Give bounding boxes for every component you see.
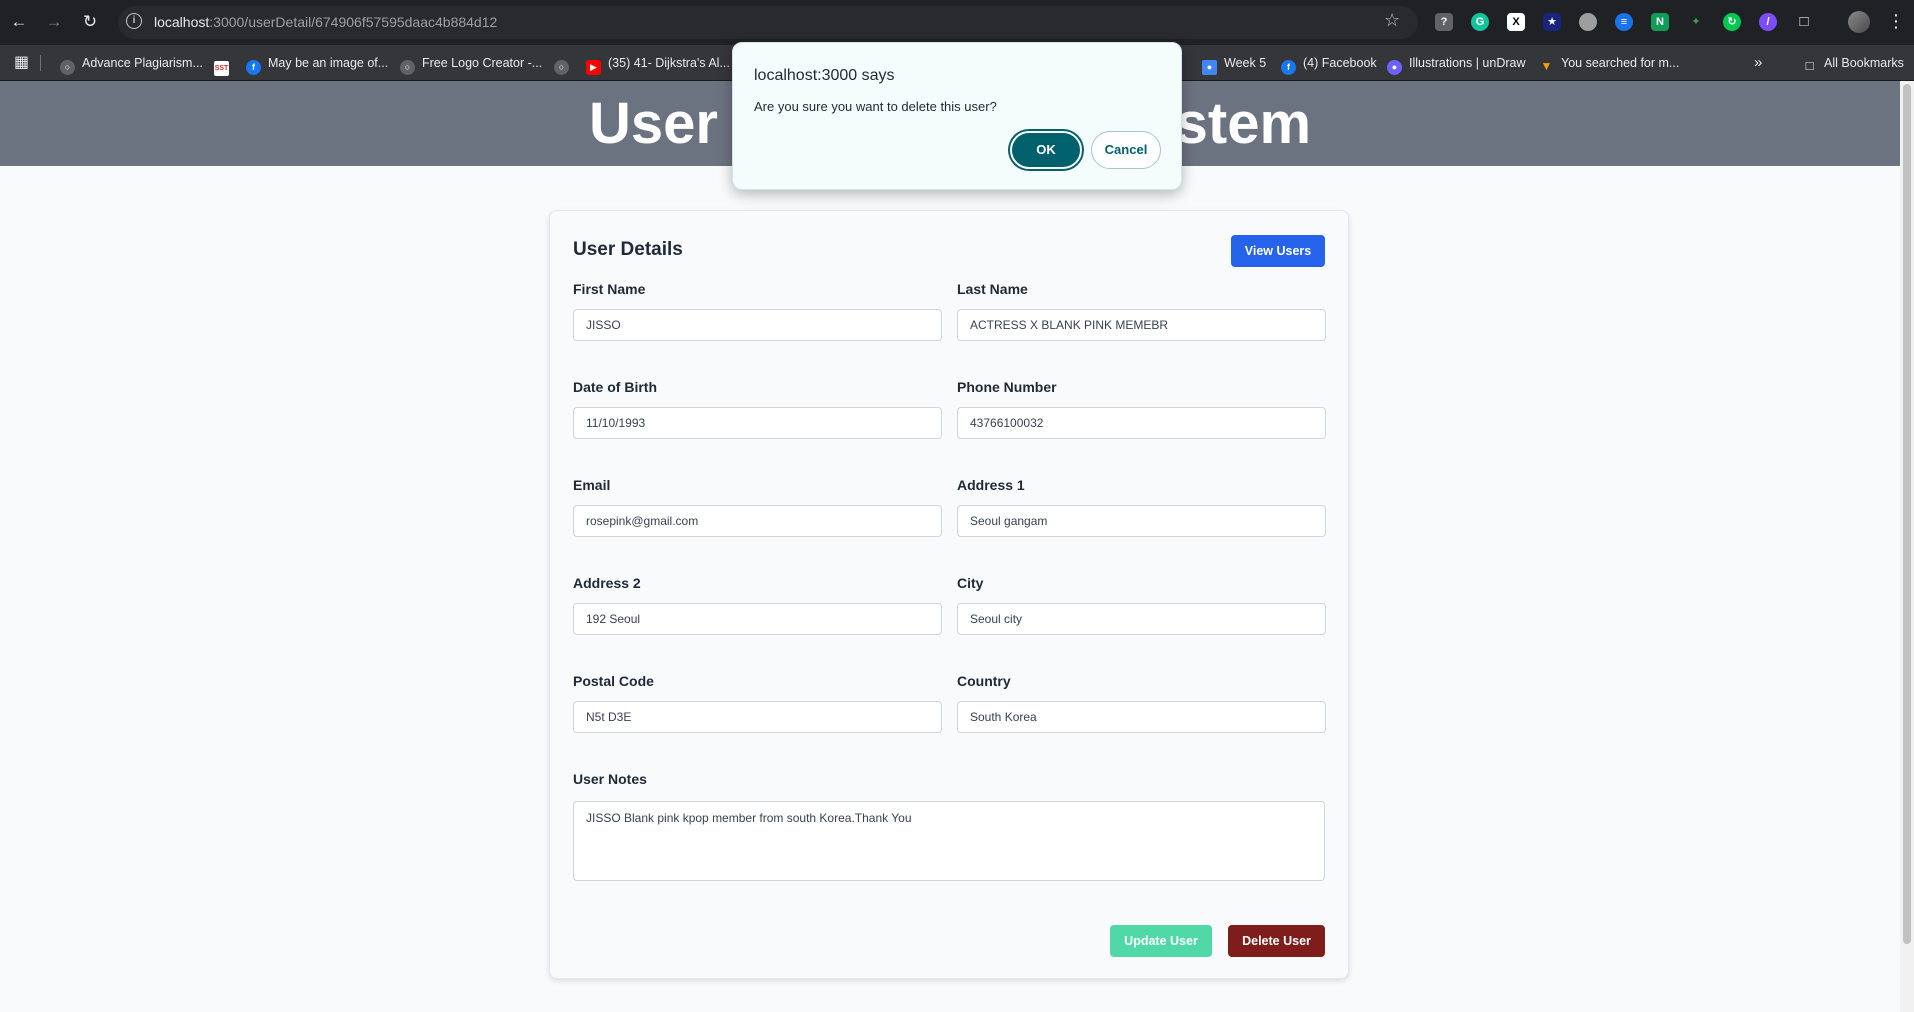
url-host: localhost bbox=[154, 14, 210, 30]
bookmark-item[interactable]: ▶ (35) 41- Dijkstra's Al... bbox=[586, 52, 730, 75]
user-notes-textarea[interactable]: JISSO Blank pink kpop member from south … bbox=[573, 801, 1325, 881]
user-notes-label: User Notes bbox=[573, 771, 647, 787]
delete-user-button[interactable]: Delete User bbox=[1228, 925, 1325, 957]
reload-icon[interactable]: ↻ bbox=[79, 11, 101, 33]
pen-extension-icon[interactable]: / bbox=[1759, 13, 1777, 31]
circle-extension-icon[interactable] bbox=[1579, 13, 1597, 31]
refresh-extension-icon[interactable]: ↻ bbox=[1723, 13, 1741, 31]
classroom-icon: ● bbox=[1202, 60, 1217, 75]
bookmark-label: (35) 41- Dijkstra's Al... bbox=[608, 56, 730, 70]
apps-grid-icon[interactable]: ▦ bbox=[14, 52, 29, 74]
docs-extension-icon[interactable]: ≡ bbox=[1615, 13, 1633, 31]
bookmark-label: (4) Facebook bbox=[1303, 56, 1377, 70]
profile-avatar[interactable] bbox=[1848, 11, 1870, 33]
country-input[interactable]: South Korea bbox=[957, 701, 1326, 733]
folder-icon: □ bbox=[1805, 58, 1814, 73]
update-user-button[interactable]: Update User bbox=[1110, 925, 1212, 957]
globe-icon: ○ bbox=[60, 60, 75, 75]
phone-label: Phone Number bbox=[957, 379, 1057, 395]
last-name-label: Last Name bbox=[957, 281, 1028, 297]
city-label: City bbox=[957, 575, 984, 591]
bookmark-item[interactable]: ○ Free Logo Creator -... bbox=[400, 52, 543, 75]
globe-icon: ○ bbox=[400, 60, 415, 75]
card-title: User Details bbox=[573, 239, 683, 260]
facebook-icon: f bbox=[246, 60, 261, 75]
email-input[interactable]: rosepink@gmail.com bbox=[573, 505, 942, 537]
shield-extension-icon[interactable]: ★ bbox=[1543, 13, 1561, 31]
more-bookmarks-icon[interactable]: » bbox=[1754, 52, 1762, 74]
bookmark-label: You searched for m... bbox=[1561, 56, 1680, 70]
user-details-card: User Details View Users First Name JISSO… bbox=[549, 210, 1349, 979]
bookmark-label: May be an image of... bbox=[268, 56, 389, 70]
bookmark-star-icon[interactable]: ☆ bbox=[1384, 10, 1400, 31]
scrollbar-thumb[interactable] bbox=[1903, 84, 1911, 944]
extension-help-icon[interactable]: ? bbox=[1435, 13, 1453, 31]
undraw-icon: ● bbox=[1387, 60, 1402, 75]
phone-input[interactable]: 43766100032 bbox=[957, 407, 1326, 439]
dialog-title: localhost:3000 says bbox=[754, 67, 895, 84]
first-name-input[interactable]: JISSO bbox=[573, 309, 942, 341]
dob-label: Date of Birth bbox=[573, 379, 657, 395]
dialog-cancel-button[interactable]: Cancel bbox=[1091, 131, 1161, 169]
dialog-message: Are you sure you want to delete this use… bbox=[754, 99, 997, 114]
all-bookmarks[interactable]: □ All Bookmarks bbox=[1802, 52, 1904, 74]
view-users-button[interactable]: View Users bbox=[1231, 235, 1325, 267]
bookmark-item[interactable]: ○ Advance Plagiarism... bbox=[60, 52, 203, 75]
menu-dots-icon[interactable]: ⋮ bbox=[1887, 11, 1905, 32]
address1-input[interactable]: Seoul gangam bbox=[957, 505, 1326, 537]
bookmark-label: Illustrations | unDraw bbox=[1409, 56, 1526, 70]
bookmark-item[interactable]: f May be an image of... bbox=[246, 52, 389, 75]
back-icon[interactable]: ← bbox=[8, 11, 30, 33]
confirm-dialog: localhost:3000 says Are you sure you wan… bbox=[732, 42, 1182, 190]
sst-icon: SST bbox=[214, 61, 229, 76]
postal-code-input[interactable]: N5t D3E bbox=[573, 701, 942, 733]
url-text[interactable]: localhost:3000/userDetail/674906f57595da… bbox=[154, 14, 497, 30]
page-content: User Management System User Details View… bbox=[0, 81, 1900, 1012]
dob-input[interactable]: 11/10/1993 bbox=[573, 407, 942, 439]
dialog-ok-button[interactable]: OK bbox=[1010, 131, 1082, 169]
bookmark-icon: ▼ bbox=[1540, 59, 1553, 73]
bookmark-item[interactable]: ● Week 5 bbox=[1202, 52, 1267, 75]
url-path: :3000/userDetail/674906f57595daac4b884d1… bbox=[209, 14, 498, 30]
postal-code-label: Postal Code bbox=[573, 673, 654, 689]
tools-extension-icon[interactable]: ✦ bbox=[1687, 13, 1705, 31]
bookmark-label: Advance Plagiarism... bbox=[82, 56, 203, 70]
x-extension-icon[interactable]: X bbox=[1507, 13, 1525, 31]
last-name-input[interactable]: ACTRESS X BLANK PINK MEMEBR bbox=[957, 309, 1326, 341]
grammarly-icon[interactable]: G bbox=[1471, 13, 1489, 31]
bookmark-item[interactable]: SST bbox=[214, 52, 236, 76]
bookmark-item[interactable]: f (4) Facebook bbox=[1281, 52, 1377, 75]
email-label: Email bbox=[573, 477, 611, 493]
facebook-icon: f bbox=[1281, 60, 1296, 75]
forward-icon[interactable]: → bbox=[43, 11, 65, 33]
bookmark-item[interactable]: ▼ You searched for m... bbox=[1539, 52, 1680, 74]
first-name-label: First Name bbox=[573, 281, 646, 297]
globe-icon: ○ bbox=[554, 60, 569, 75]
bookmark-item[interactable]: ○ bbox=[554, 52, 576, 75]
site-info-icon[interactable]: i bbox=[126, 13, 142, 29]
puzzle-icon[interactable]: □ bbox=[1795, 13, 1813, 31]
bookmarks-divider bbox=[40, 55, 41, 71]
bookmark-item[interactable]: ● Illustrations | unDraw bbox=[1387, 52, 1526, 75]
bookmark-label: Free Logo Creator -... bbox=[422, 56, 543, 70]
country-label: Country bbox=[957, 673, 1011, 689]
city-input[interactable]: Seoul city bbox=[957, 603, 1326, 635]
address1-label: Address 1 bbox=[957, 477, 1025, 493]
address2-label: Address 2 bbox=[573, 575, 641, 591]
address2-input[interactable]: 192 Seoul bbox=[573, 603, 942, 635]
youtube-icon: ▶ bbox=[586, 60, 601, 75]
all-bookmarks-label: All Bookmarks bbox=[1824, 56, 1904, 70]
bookmark-label: Week 5 bbox=[1224, 56, 1267, 70]
n-extension-icon[interactable]: N bbox=[1651, 13, 1669, 31]
